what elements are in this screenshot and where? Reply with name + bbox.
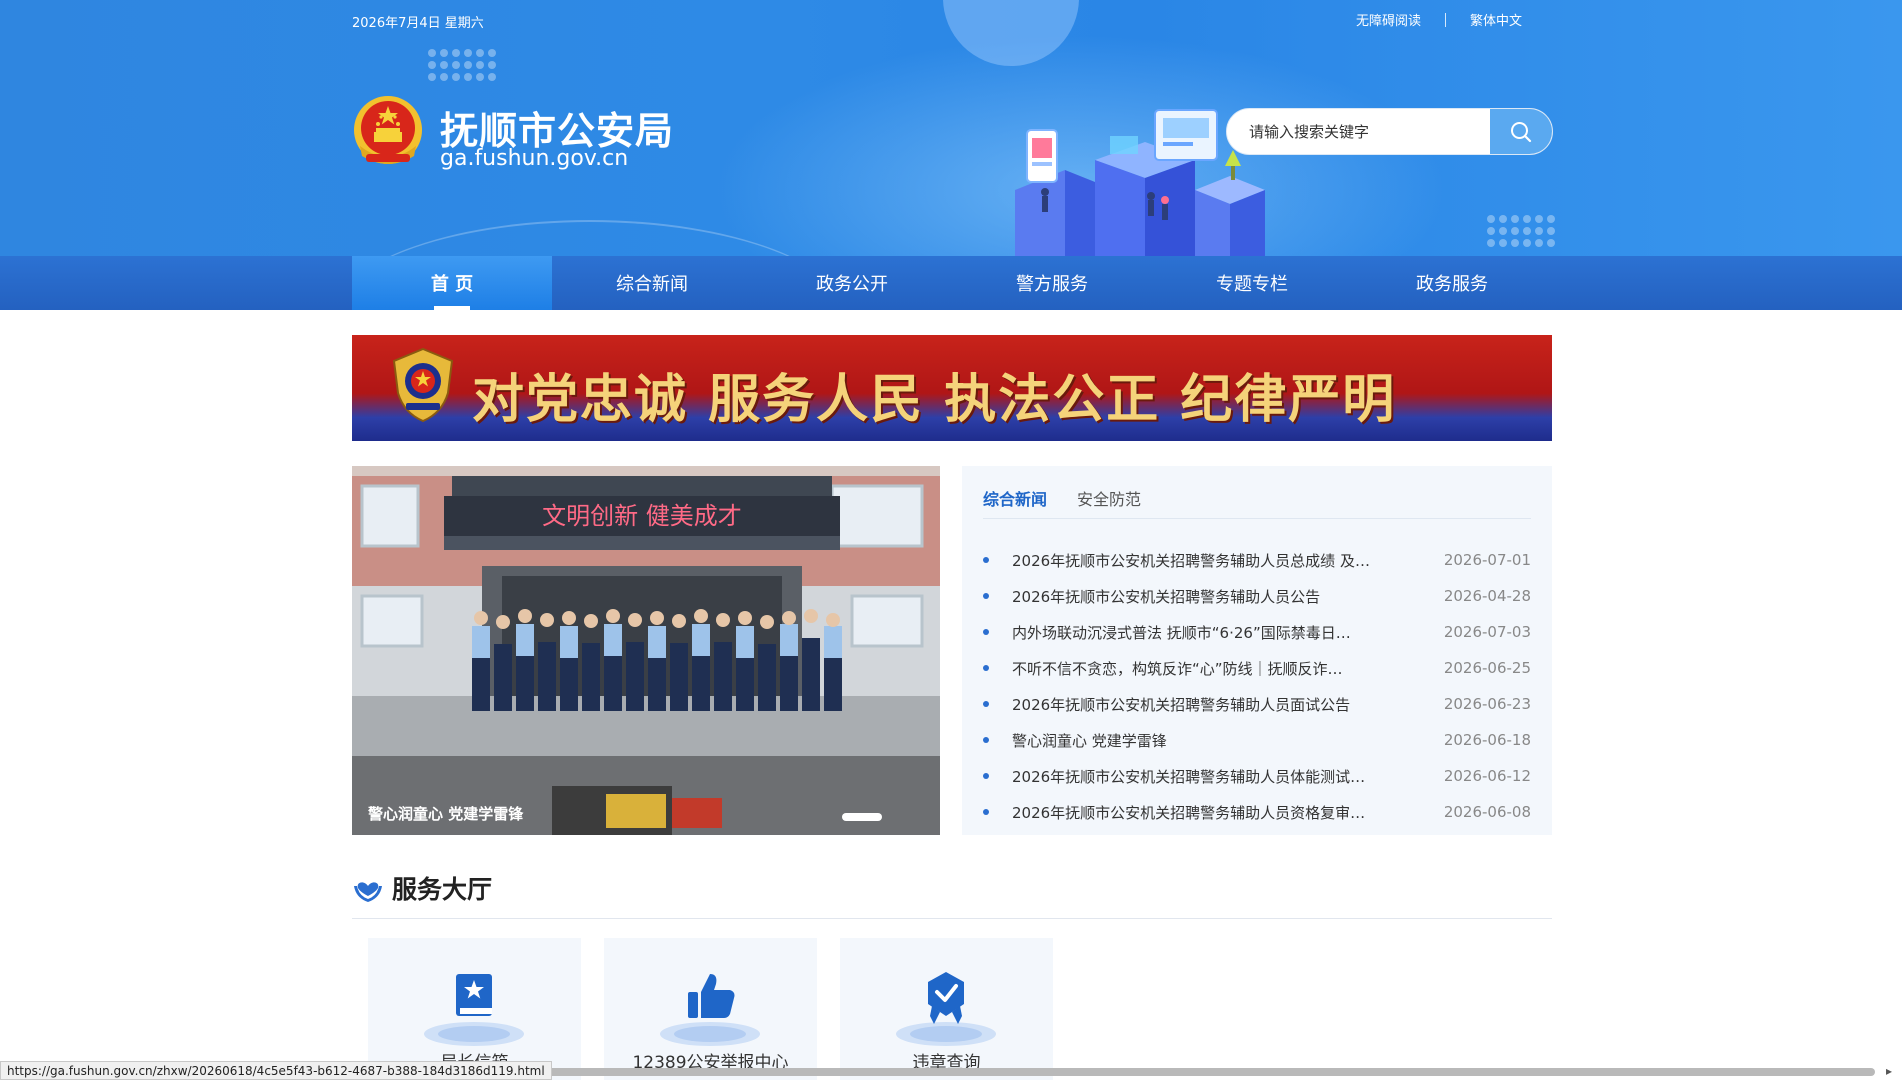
news-date: 2026-06-23 — [1443, 695, 1531, 713]
news-list-item[interactable]: 2026年抚顺市公安机关招聘警务辅助人员资格复审… 2026-06-08 — [983, 794, 1531, 830]
decorative-circle — [943, 0, 1079, 66]
carousel-caption: 警心润童心 党建学雷锋 — [368, 805, 524, 823]
link-divider — [1445, 12, 1447, 27]
news-list-item[interactable]: 2026年抚顺市公安机关招聘警务辅助人员体能测试… 2026-06-12 — [983, 758, 1531, 794]
news-list-item[interactable]: 不听不信不贪恋，构筑反诈“心”防线｜抚顺反诈… 2026-06-25 — [983, 650, 1531, 686]
decorative-arc — [330, 220, 850, 256]
nav-item-home[interactable]: 首 页 — [352, 256, 552, 310]
mailbox-book-icon — [424, 974, 524, 1046]
accessibility-link[interactable]: 无障碍阅读 — [1356, 10, 1421, 29]
carousel-indicator[interactable] — [842, 813, 882, 821]
news-title[interactable]: 内外场联动沉浸式普法 抚顺市“6·26”国际禁毒日… — [1012, 622, 1412, 643]
nav-item-special-topics[interactable]: 专题专栏 — [1152, 256, 1352, 310]
photo-sign-text: 文明创新 健美成才 — [542, 502, 742, 530]
decorative-dots — [1487, 215, 1555, 247]
service-card-violation-query[interactable]: 违章查询 — [840, 938, 1053, 1080]
current-date: 2026年7月4日 星期六 — [352, 16, 484, 31]
news-date: 2026-04-28 — [1443, 587, 1531, 605]
status-bar-url: https://ga.fushun.gov.cn/zhxw/20260618/4… — [0, 1061, 552, 1080]
main-nav: 首 页 综合新闻 政务公开 警方服务 专题专栏 政务服务 — [0, 256, 1902, 310]
news-date: 2026-07-03 — [1443, 623, 1531, 641]
carousel-photo: 文明创新 健美成才 — [352, 466, 940, 835]
news-list: 2026年抚顺市公安机关招聘警务辅助人员总成绩 及… 2026-07-01 20… — [983, 542, 1531, 830]
thumbs-up-icon — [660, 974, 760, 1046]
news-date: 2026-06-18 — [1443, 731, 1531, 749]
horizontal-scrollbar[interactable] — [530, 1068, 1875, 1076]
news-title[interactable]: 2026年抚顺市公安机关招聘警务辅助人员面试公告 — [1012, 694, 1412, 715]
tabs-divider — [983, 518, 1531, 519]
search-input[interactable] — [1227, 109, 1491, 154]
service-hall-heading: 服务大厅 — [352, 870, 492, 906]
section-divider — [352, 918, 1552, 919]
service-card-report-center[interactable]: 12389公安举报中心 — [604, 938, 817, 1080]
site-domain: ga.fushun.gov.cn — [440, 146, 629, 171]
news-list-item[interactable]: 警心润童心 党建学雷锋 2026-06-18 — [983, 722, 1531, 758]
service-card-director-mailbox[interactable]: 局长信箱 — [368, 938, 581, 1080]
news-list-item[interactable]: 内外场联动沉浸式普法 抚顺市“6·26”国际禁毒日… 2026-07-03 — [983, 614, 1531, 650]
news-title[interactable]: 不听不信不贪恋，构筑反诈“心”防线｜抚顺反诈… — [1012, 658, 1412, 679]
banner-slogan: 对党忠诚 服务人民 执法公正 纪律严明 — [472, 369, 1397, 430]
news-list-item[interactable]: 2026年抚顺市公安机关招聘警务辅助人员总成绩 及… 2026-07-01 — [983, 542, 1531, 578]
news-tabs: 综合新闻 安全防范 — [983, 486, 1141, 510]
nav-item-government-services[interactable]: 政务服务 — [1352, 256, 1552, 310]
news-carousel[interactable]: 文明创新 健美成才 警心润童心 党建学雷锋 — [352, 466, 940, 835]
service-hall-title: 服务大厅 — [392, 875, 493, 904]
police-badge-icon — [392, 347, 454, 423]
news-title[interactable]: 2026年抚顺市公安机关招聘警务辅助人员总成绩 及… — [1012, 550, 1412, 571]
nav-item-government-affairs[interactable]: 政务公开 — [752, 256, 952, 310]
news-title[interactable]: 2026年抚顺市公安机关招聘警务辅助人员资格复审… — [1012, 802, 1412, 823]
top-links: 无障碍阅读 繁体中文 — [1356, 10, 1522, 29]
search-icon — [1511, 121, 1532, 142]
news-date: 2026-06-12 — [1443, 767, 1531, 785]
nav-item-general-news[interactable]: 综合新闻 — [552, 256, 752, 310]
tab-safety-prevention[interactable]: 安全防范 — [1077, 486, 1141, 510]
search-button[interactable] — [1490, 109, 1552, 154]
decorative-dots — [428, 49, 496, 81]
news-title[interactable]: 2026年抚顺市公安机关招聘警务辅助人员体能测试… — [1012, 766, 1412, 787]
news-list-item[interactable]: 2026年抚顺市公安机关招聘警务辅助人员面试公告 2026-06-23 — [983, 686, 1531, 722]
scroll-right-arrow-icon[interactable]: ▸ — [1886, 1064, 1892, 1078]
search-box — [1226, 108, 1553, 155]
news-title[interactable]: 2026年抚顺市公安机关招聘警务辅助人员公告 — [1012, 586, 1412, 607]
traditional-chinese-link[interactable]: 繁体中文 — [1470, 10, 1522, 29]
news-title[interactable]: 警心润童心 党建学雷锋 — [1012, 730, 1412, 751]
news-date: 2026-07-01 — [1443, 551, 1531, 569]
tab-general-news[interactable]: 综合新闻 — [983, 486, 1047, 510]
news-date: 2026-06-25 — [1443, 659, 1531, 677]
badge-check-icon — [896, 972, 996, 1046]
news-list-item[interactable]: 2026年抚顺市公安机关招聘警务辅助人员公告 2026-04-28 — [983, 578, 1531, 614]
site-header: 2026年7月4日 星期六 无障碍阅读 繁体中文 抚顺市公安局 ga.fushu… — [0, 0, 1902, 256]
heart-hands-icon — [354, 882, 382, 902]
slogan-banner[interactable]: 对党忠诚 服务人民 执法公正 纪律严明 — [352, 335, 1552, 441]
news-date: 2026-06-08 — [1443, 803, 1531, 821]
news-panel: 综合新闻 安全防范 2026年抚顺市公安机关招聘警务辅助人员总成绩 及… 202… — [962, 466, 1552, 835]
nav-item-police-services[interactable]: 警方服务 — [952, 256, 1152, 310]
national-emblem-icon — [354, 96, 422, 164]
